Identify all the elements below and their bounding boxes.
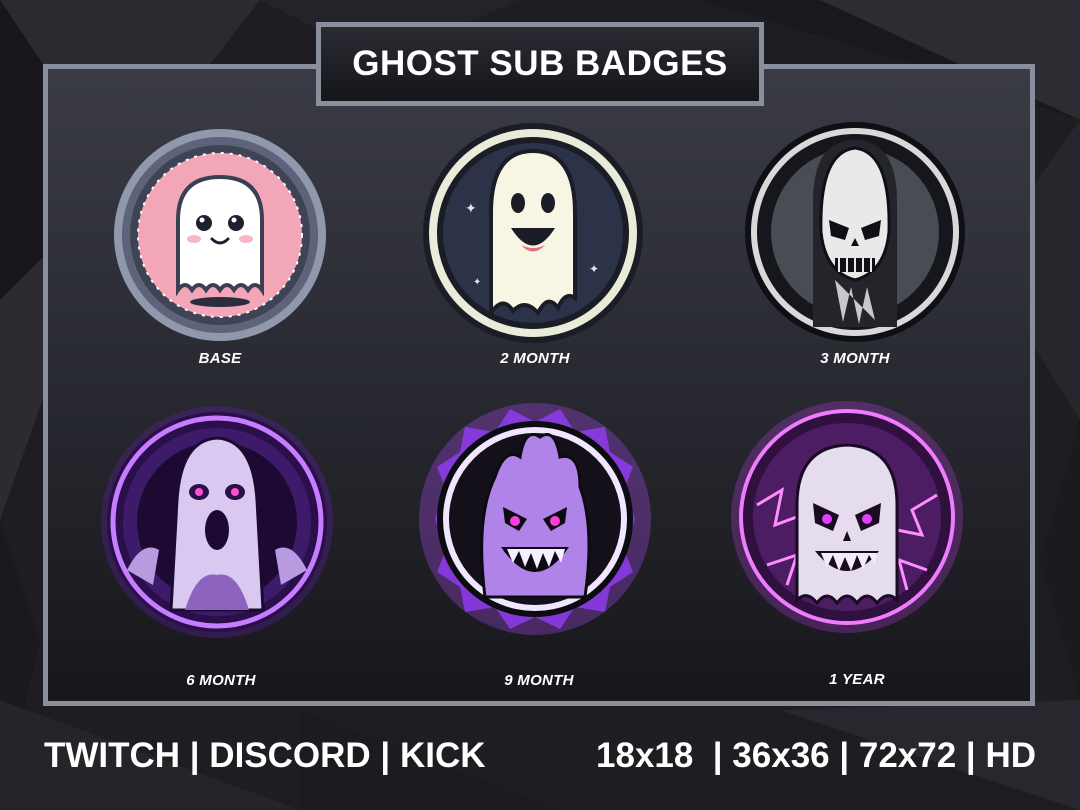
badge-label-2-month: 2 MONTH xyxy=(500,350,570,367)
badge-3-month xyxy=(735,112,975,352)
svg-text:✦: ✦ xyxy=(465,201,477,217)
smiling-ghost-icon: ✦ ✦ ✦ xyxy=(423,123,643,343)
badge-label-6-month: 6 MONTH xyxy=(186,672,256,689)
page-title: GHOST SUB BADGES xyxy=(352,44,728,83)
skull-icon xyxy=(745,122,965,342)
badge-6-month xyxy=(97,400,337,640)
platforms-text: TWITCH | DISCORD | KICK xyxy=(44,736,486,775)
badge-2-month: ✦ ✦ ✦ xyxy=(413,113,653,353)
badge-label-base: BASE xyxy=(198,350,242,367)
badge-label-1-year: 1 YEAR xyxy=(829,671,885,688)
title-banner: GHOST SUB BADGES xyxy=(316,22,764,106)
svg-text:✦: ✦ xyxy=(473,277,481,288)
badge-1-year xyxy=(727,395,967,635)
sizes-text: 18x18 | 36x36 | 72x72 | HD xyxy=(596,736,1036,775)
flaming-demon-icon xyxy=(419,403,651,635)
lightning-skull-ghost-icon xyxy=(731,401,963,633)
badge-9-month xyxy=(415,397,655,637)
screaming-ghost-icon xyxy=(101,406,333,638)
badge-label-9-month: 9 MONTH xyxy=(504,672,574,689)
svg-text:✦: ✦ xyxy=(589,262,599,276)
badge-base xyxy=(100,115,340,355)
badge-label-3-month: 3 MONTH xyxy=(820,350,890,367)
cute-ghost-icon xyxy=(114,129,326,341)
